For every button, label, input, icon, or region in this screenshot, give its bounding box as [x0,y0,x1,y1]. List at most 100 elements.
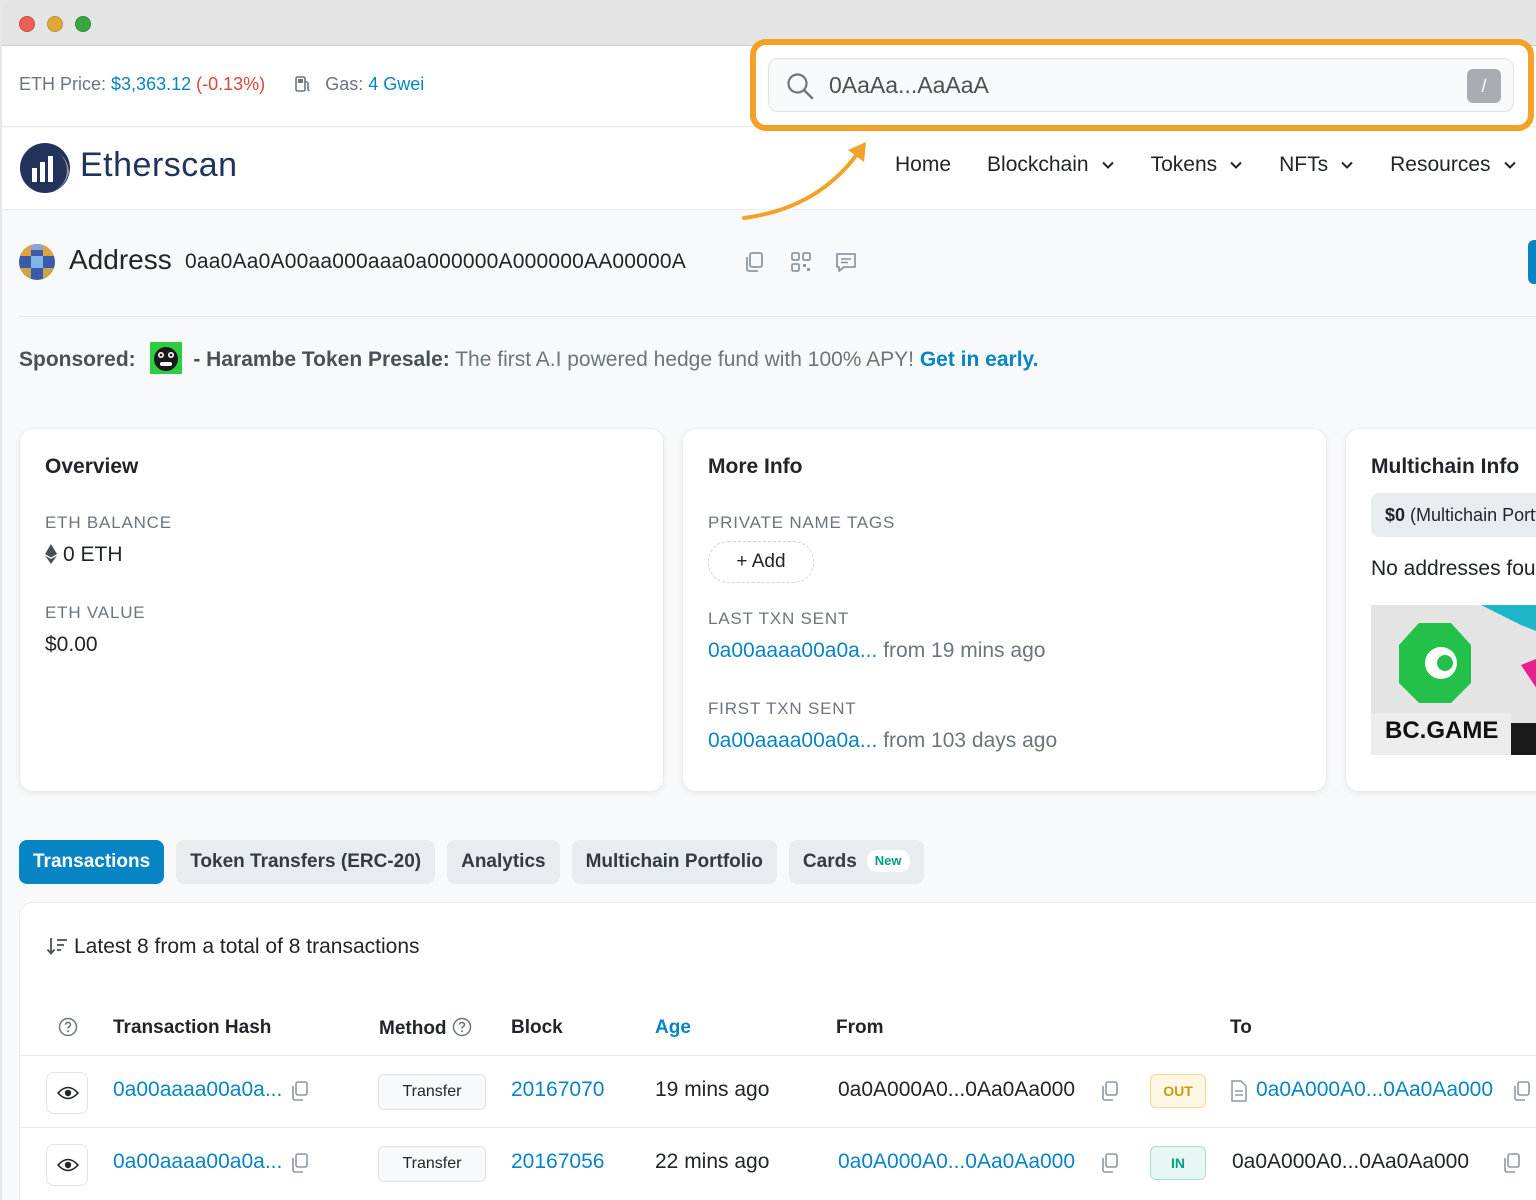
search-box[interactable]: / [768,58,1514,112]
eth-price-change: (-0.13%) [196,74,266,94]
overview-title: Overview [45,455,139,478]
copy-icon[interactable] [290,1080,310,1102]
last-txn: 0a00aaaa00a0a... from 19 mins ago [708,639,1045,663]
last-txn-label: LAST TXN SENT [708,609,850,628]
sponsored-label: Sponsored: [19,348,136,371]
eth-price-label: ETH Price: [19,74,107,94]
header-block: Block [511,1017,563,1038]
from-address: 0a0A000A0...0Aa0Aa000 [838,1078,1076,1101]
new-badge: New [866,850,910,872]
transactions-summary-text: Latest 8 from a total of 8 transactions [74,935,420,958]
maximize-window-button[interactable] [75,16,91,32]
method-badge: Transfer [378,1146,486,1182]
chevron-down-icon [1341,161,1353,169]
header-help[interactable] [58,1017,78,1040]
direction-badge-out: OUT [1150,1074,1206,1108]
first-txn: 0a00aaaa00a0a... from 103 days ago [708,729,1057,753]
first-txn-hash-link[interactable]: 0a00aaaa00a0a... [708,729,877,752]
tab-analytics[interactable]: Analytics [447,840,560,884]
multichain-amount: $0 [1385,505,1406,525]
table-header: Transaction Hash Method Block Age From T… [20,1009,1536,1053]
nav-home[interactable]: Home [895,153,951,177]
to-address-link[interactable]: 0a0A000A0...0Aa0Aa000 [1256,1078,1493,1102]
tab-multichain-portfolio[interactable]: Multichain Portfolio [571,840,777,884]
action-button-edge[interactable] [1528,240,1536,284]
etherscan-logo-icon[interactable] [19,142,71,194]
direction-badge-in: IN [1150,1146,1206,1180]
eth-price-value[interactable]: $3,363.12 [111,74,191,94]
view-details-button[interactable] [46,1072,88,1114]
header-method-label: Method [379,1018,447,1039]
last-txn-time: from 19 mins ago [883,639,1046,662]
copy-icon[interactable] [743,250,767,274]
close-window-button[interactable] [19,16,35,32]
sponsored-text: The first A.I powered hedge fund with 10… [455,348,914,371]
view-details-button[interactable] [46,1144,88,1186]
multichain-title: Multichain Info [1371,455,1520,478]
table-row: 0a00aaaa00a0a... Transfer 20167070 19 mi… [20,1055,1536,1127]
gas-label: Gas: [325,74,364,94]
nav-nfts[interactable]: NFTs [1279,153,1354,177]
nav-nfts-label: NFTs [1279,153,1329,176]
divider [19,316,1536,317]
more-info-title: More Info [708,455,803,478]
qr-code-icon[interactable] [789,250,813,274]
last-txn-hash-link[interactable]: 0a00aaaa00a0a... [708,639,877,662]
ethereum-icon [45,544,57,564]
gas-value[interactable]: 4 Gwei [368,74,424,94]
tab-transactions[interactable]: Transactions [19,840,165,884]
add-name-tag-button[interactable]: + Add [708,541,814,583]
help-circle-icon[interactable] [452,1017,472,1037]
primary-nav: Home Blockchain Tokens NFTs Resources [895,153,1536,177]
address-value: 0aa0Aa0A00aa000aaa0a000000A000000AA00000… [185,250,687,273]
from-address-link[interactable]: 0a0A000A0...0Aa0Aa000 [838,1150,1075,1174]
help-circle-icon [58,1017,78,1037]
transactions-table-card: Latest 8 from a total of 8 transactions … [19,902,1536,1200]
private-name-tags-label: PRIVATE NAME TAGS [708,513,896,532]
search-input[interactable] [829,69,1429,101]
block-link[interactable]: 20167070 [511,1078,604,1102]
address-avatar-icon [19,244,55,280]
search-shortcut-key: / [1467,69,1501,103]
copy-icon[interactable] [1502,1152,1522,1174]
harambe-logo-icon [149,342,182,374]
tab-token-transfers[interactable]: Token Transfers (ERC-20) [176,840,436,884]
eth-value-label: ETH VALUE [45,603,146,622]
brand-name[interactable]: Etherscan [80,146,238,185]
copy-icon[interactable] [1512,1080,1532,1102]
nav-resources[interactable]: Resources [1390,153,1516,177]
tx-hash-link[interactable]: 0a00aaaa00a0a... [113,1078,282,1102]
eth-balance-value: 0 ETH [63,543,123,566]
sponsored-cta-link[interactable]: Get in early. [920,348,1039,371]
first-txn-time: from 103 days ago [883,729,1058,752]
tab-cards-label: Cards [802,851,857,872]
nav-blockchain[interactable]: Blockchain [987,153,1115,177]
chevron-down-icon [1503,161,1516,169]
header-age[interactable]: Age [655,1017,691,1039]
browser-window: ETH Price: $3,363.12 (-0.13%) Gas: 4 Gwe… [2,0,1536,1200]
no-addresses-text: No addresses found [1371,557,1536,580]
comment-icon[interactable] [834,250,858,274]
copy-icon[interactable] [1100,1152,1120,1174]
address-tabs: Transactions Token Transfers (ERC-20) An… [19,840,924,884]
sponsored-title: - Harambe Token Presale: [193,348,450,371]
header-method: Method [379,1017,472,1040]
copy-icon[interactable] [290,1152,310,1174]
copy-icon[interactable] [1100,1080,1120,1102]
multichain-portfolio-button[interactable]: $0 (Multichain Portfolio) [1371,493,1536,537]
eth-balance-label: ETH BALANCE [45,513,172,532]
header-from: From [836,1017,884,1038]
nav-tokens[interactable]: Tokens [1151,153,1244,177]
method-badge: Transfer [378,1074,486,1110]
pointer-arrow-icon [742,142,866,220]
nav-home-label: Home [895,153,952,176]
block-link[interactable]: 20167056 [511,1150,604,1174]
bc-game-ad[interactable]: BC.GAME [1371,605,1536,755]
header-transaction-hash: Transaction Hash [113,1017,272,1038]
minimize-window-button[interactable] [47,16,63,32]
tx-hash-link[interactable]: 0a00aaaa00a0a... [113,1150,282,1174]
bc-game-ad-text: BC.GAME [1385,717,1499,744]
eye-icon [57,1158,79,1172]
tab-cards[interactable]: Cards New [788,840,924,884]
more-info-card: More Info PRIVATE NAME TAGS + Add LAST T… [682,428,1327,792]
